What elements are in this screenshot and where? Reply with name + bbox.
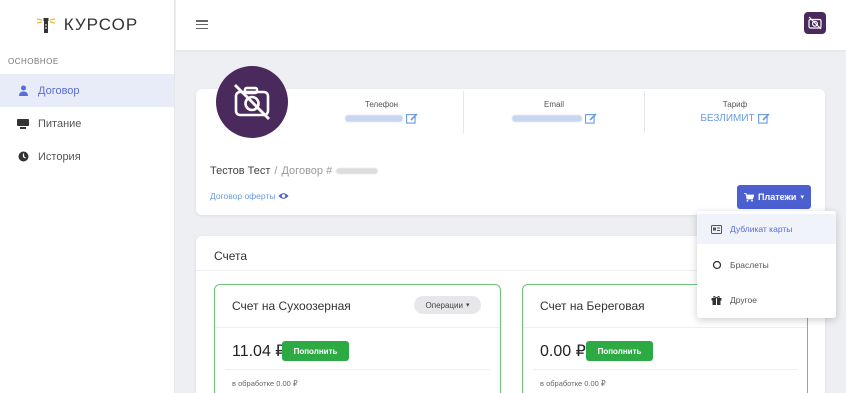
phone-value: [345, 115, 403, 122]
edit-icon[interactable]: [757, 113, 770, 124]
menu-item-other[interactable]: Другое: [697, 285, 836, 315]
sidebar-item-label: Питание: [38, 117, 82, 130]
user-icon: [17, 85, 29, 97]
email-label: Email: [543, 100, 564, 109]
food-icon: [17, 118, 29, 130]
refill-button[interactable]: Пополнить: [586, 341, 653, 361]
tariff-value: БЕЗЛИМИТ: [700, 113, 755, 124]
offer-link[interactable]: Договор оферты: [210, 191, 289, 201]
operations-button[interactable]: Операции ▾: [414, 296, 481, 314]
email-field: Email: [464, 91, 644, 133]
user-avatar[interactable]: [804, 12, 826, 34]
menu-item-label: Дубликат карты: [730, 224, 793, 234]
id-card-icon: [711, 224, 722, 234]
email-value: [511, 115, 582, 122]
refill-button[interactable]: Пополнить: [282, 341, 349, 361]
brand-name: КУРСОР: [63, 15, 139, 34]
gift-icon: [711, 295, 722, 305]
processing-amount: в обработке 0.00 ₽: [232, 379, 298, 388]
sidebar-item-contract[interactable]: Договор: [0, 74, 174, 107]
sidebar-section-title: ОСНОВНОЕ: [8, 57, 59, 66]
eye-icon: [278, 193, 289, 199]
operations-button-label: Операции: [425, 300, 463, 310]
tariff-field: Тариф БЕЗЛИМИТ: [645, 91, 825, 133]
payments-button[interactable]: Платежи ▾: [737, 185, 811, 209]
divider: [533, 369, 798, 370]
contract-number-prefix: Договор #: [281, 165, 333, 177]
contract-number: [336, 168, 379, 174]
payments-button-label: Платежи: [758, 192, 797, 202]
no-photo-icon: [234, 84, 270, 120]
tariff-label: Тариф: [722, 100, 748, 109]
offer-link-label: Договор оферты: [210, 191, 276, 201]
menu-item-card-duplicate[interactable]: Дубликат карты: [697, 214, 836, 244]
account-name: Счет на Сухоозерная: [232, 299, 351, 313]
sidebar: КУРСОР ОСНОВНОЕ Договор Питание История: [0, 0, 175, 393]
profile-photo[interactable]: [216, 66, 288, 138]
menu-toggle-icon[interactable]: [196, 20, 208, 29]
chevron-down-icon: ▾: [800, 194, 804, 201]
divider: [225, 369, 490, 370]
lighthouse-logo-icon: [36, 18, 55, 33]
breadcrumb-separator: /: [274, 165, 278, 177]
sidebar-item-label: История: [38, 150, 81, 163]
chevron-down-icon: ▾: [465, 302, 470, 309]
menu-item-label: Другое: [730, 295, 758, 305]
processing-amount: в обработке 0.00 ₽: [540, 379, 606, 388]
edit-icon[interactable]: [584, 113, 597, 124]
top-bar: [176, 0, 846, 50]
phone-label: Телефон: [364, 100, 399, 109]
brand[interactable]: КУРСОР: [0, 0, 174, 50]
ring-icon: [711, 260, 722, 270]
menu-item-bracelets[interactable]: Браслеты: [697, 250, 836, 280]
sidebar-item-food[interactable]: Питание: [0, 107, 174, 140]
account-balance: 0.00 ₽: [540, 343, 586, 360]
phone-field: Телефон: [300, 91, 463, 133]
clock-icon: [17, 151, 29, 163]
owner-name: Тестов Тест: [210, 165, 271, 177]
no-photo-icon: [808, 16, 822, 30]
sidebar-item-label: Договор: [38, 84, 80, 97]
contract-title: Тестов Тест / Договор #: [210, 165, 379, 177]
cart-icon: [744, 192, 755, 202]
account-balance: 11.04 ₽: [232, 343, 286, 360]
sidebar-item-history[interactable]: История: [0, 140, 174, 173]
payments-dropdown-menu: Дубликат карты Браслеты Другое: [697, 211, 836, 318]
accounts-title: Счета: [214, 249, 248, 263]
account-name: Счет на Береговая: [540, 299, 645, 313]
divider: [523, 327, 807, 328]
menu-item-label: Браслеты: [730, 260, 769, 270]
edit-icon[interactable]: [406, 113, 418, 124]
divider: [215, 327, 500, 328]
